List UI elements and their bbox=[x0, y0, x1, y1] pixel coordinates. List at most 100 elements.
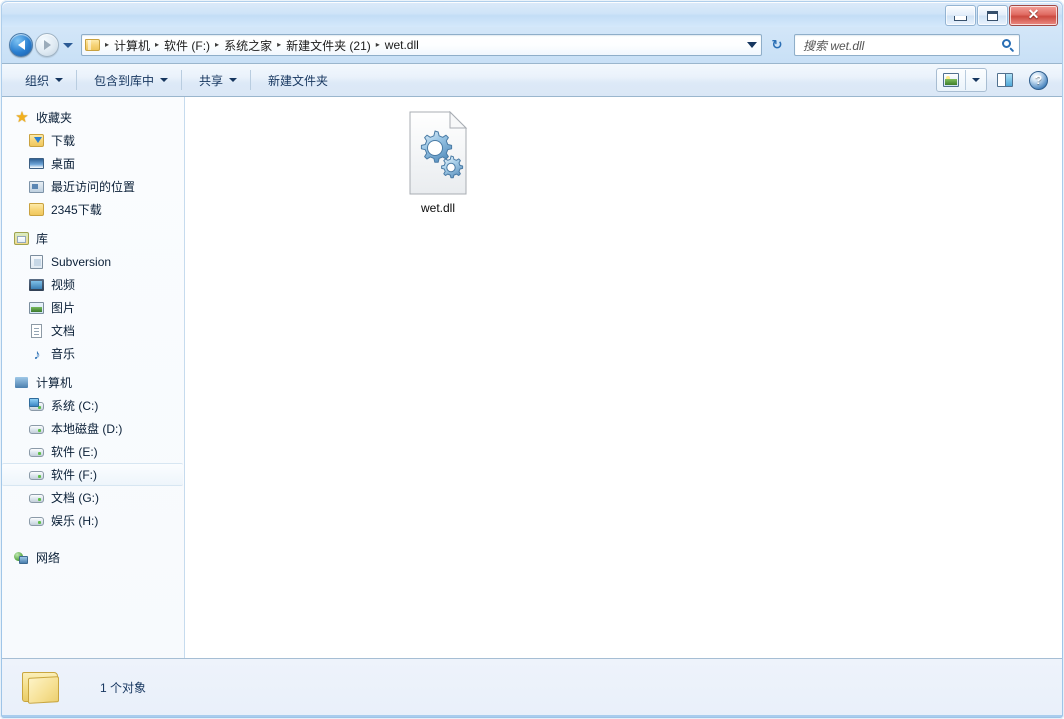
address-dropdown-icon[interactable] bbox=[747, 42, 757, 48]
navigation-pane[interactable]: ★ 收藏夹 下载 桌面 最近访问的位置 2345下载 库 Subversion … bbox=[2, 97, 185, 658]
sidebar-item-2345-downloads[interactable]: 2345下载 bbox=[2, 198, 184, 221]
sidebar-item-recent-places[interactable]: 最近访问的位置 bbox=[2, 175, 184, 198]
title-bar[interactable]: ✕ bbox=[2, 2, 1062, 27]
nav-group-libraries: 库 Subversion 视频 图片 文档 ♪ 音乐 bbox=[2, 227, 184, 365]
preview-pane-icon[interactable] bbox=[997, 73, 1013, 87]
drive-icon bbox=[29, 444, 45, 460]
search-icon[interactable] bbox=[1002, 38, 1015, 52]
sidebar-item-libraries[interactable]: 库 bbox=[2, 227, 184, 250]
navigation-buttons bbox=[9, 33, 73, 57]
view-mode-dropdown[interactable] bbox=[966, 69, 986, 91]
refresh-icon: ↻ bbox=[771, 37, 783, 52]
explorer-window: ✕ ▸ 计算机 ▸ 软件 (F:) ▸ 系统之家 ▸ 新建文件夹 (21) ▸ … bbox=[0, 0, 1064, 719]
breadcrumb-separator[interactable]: ▸ bbox=[153, 41, 161, 49]
library-icon bbox=[14, 231, 30, 247]
sidebar-item-label: 视频 bbox=[51, 278, 76, 292]
minimize-button[interactable] bbox=[945, 5, 976, 26]
sidebar-item-favorites[interactable]: ★ 收藏夹 bbox=[2, 106, 184, 129]
sidebar-item-label: 软件 (F:) bbox=[51, 468, 97, 482]
sidebar-item-drive-g[interactable]: 文档 (G:) bbox=[2, 486, 184, 509]
sidebar-item-drive-c[interactable]: 系统 (C:) bbox=[2, 394, 184, 417]
sidebar-item-downloads[interactable]: 下载 bbox=[2, 129, 184, 152]
view-mode-button[interactable] bbox=[936, 68, 987, 92]
recent-pages-dropdown-icon[interactable] bbox=[63, 42, 73, 48]
nav-group-favorites: ★ 收藏夹 下载 桌面 最近访问的位置 2345下载 bbox=[2, 106, 184, 221]
new-folder-label: 新建文件夹 bbox=[268, 73, 329, 88]
breadcrumb: ▸ 计算机 ▸ 软件 (F:) ▸ 系统之家 ▸ 新建文件夹 (21) ▸ we… bbox=[85, 36, 741, 55]
toolbar-separator bbox=[76, 70, 78, 90]
sidebar-item-label: 2345下载 bbox=[51, 203, 102, 217]
sidebar-item-desktop[interactable]: 桌面 bbox=[2, 152, 184, 175]
breadcrumb-separator[interactable]: ▸ bbox=[213, 41, 221, 49]
back-button[interactable] bbox=[9, 33, 33, 57]
search-box[interactable]: 搜索 wet.dll bbox=[794, 34, 1020, 56]
sidebar-item-drive-h[interactable]: 娱乐 (H:) bbox=[2, 509, 184, 532]
breadcrumb-separator[interactable]: ▸ bbox=[103, 41, 111, 49]
sidebar-item-label: 桌面 bbox=[51, 157, 76, 171]
sidebar-item-label: 计算机 bbox=[36, 376, 73, 390]
close-button[interactable]: ✕ bbox=[1009, 5, 1058, 26]
organize-button[interactable]: 组织 bbox=[16, 68, 72, 92]
include-in-library-button[interactable]: 包含到库中 bbox=[85, 68, 177, 92]
help-icon: ? bbox=[1034, 73, 1043, 87]
help-button[interactable]: ? bbox=[1029, 70, 1048, 90]
address-bar[interactable]: ▸ 计算机 ▸ 软件 (F:) ▸ 系统之家 ▸ 新建文件夹 (21) ▸ we… bbox=[81, 34, 762, 56]
pictures-icon bbox=[29, 300, 45, 316]
minimize-icon bbox=[954, 16, 967, 21]
breadcrumb-item-2[interactable]: 系统之家 bbox=[221, 36, 275, 55]
window-controls: ✕ bbox=[944, 5, 1058, 26]
item-count-text: 1 个对象 bbox=[100, 680, 147, 695]
sidebar-item-drive-f[interactable]: 软件 (F:) bbox=[2, 463, 183, 486]
sidebar-item-label: 娱乐 (H:) bbox=[51, 514, 99, 528]
refresh-button[interactable]: ↻ bbox=[766, 34, 788, 56]
sidebar-item-label: 系统 (C:) bbox=[51, 399, 99, 413]
sidebar-item-label: 音乐 bbox=[51, 347, 76, 361]
sidebar-item-drive-e[interactable]: 软件 (E:) bbox=[2, 440, 184, 463]
search-input[interactable]: 搜索 wet.dll bbox=[803, 37, 1002, 54]
chevron-down-icon bbox=[972, 78, 980, 82]
sidebar-item-label: 最近访问的位置 bbox=[51, 180, 136, 194]
file-list-pane[interactable]: wet.dll bbox=[185, 97, 1062, 658]
view-mode-icon bbox=[943, 73, 959, 87]
sidebar-item-network[interactable]: 网络 bbox=[2, 546, 184, 569]
new-folder-button[interactable]: 新建文件夹 bbox=[259, 68, 337, 92]
forward-button[interactable] bbox=[35, 33, 59, 57]
sidebar-item-label: 本地磁盘 (D:) bbox=[51, 422, 123, 436]
network-icon bbox=[14, 550, 30, 566]
chevron-down-icon bbox=[55, 78, 64, 82]
breadcrumb-item-4[interactable]: wet.dll bbox=[382, 37, 422, 53]
desktop-icon bbox=[29, 156, 45, 172]
file-name-label: wet.dll bbox=[420, 201, 455, 215]
maximize-icon bbox=[987, 10, 998, 21]
view-mode-icon-part[interactable] bbox=[937, 69, 965, 91]
nav-group-network: 网络 bbox=[2, 546, 184, 569]
sidebar-item-label: 下载 bbox=[51, 134, 76, 148]
subversion-icon bbox=[29, 254, 45, 270]
folder-icon bbox=[29, 202, 45, 218]
breadcrumb-item-0[interactable]: 计算机 bbox=[111, 36, 153, 55]
sidebar-item-music[interactable]: ♪ 音乐 bbox=[2, 342, 184, 365]
toolbar-separator bbox=[250, 70, 252, 90]
address-bar-row: ▸ 计算机 ▸ 软件 (F:) ▸ 系统之家 ▸ 新建文件夹 (21) ▸ we… bbox=[2, 27, 1062, 63]
sidebar-item-videos[interactable]: 视频 bbox=[2, 273, 184, 296]
file-item-wet-dll[interactable]: wet.dll bbox=[386, 107, 490, 218]
sidebar-item-label: 库 bbox=[36, 232, 49, 246]
share-button[interactable]: 共享 bbox=[190, 68, 246, 92]
sidebar-item-subversion[interactable]: Subversion bbox=[2, 250, 184, 273]
music-icon: ♪ bbox=[33, 345, 41, 362]
sidebar-item-documents[interactable]: 文档 bbox=[2, 319, 184, 342]
sidebar-item-label: 网络 bbox=[36, 551, 61, 565]
sidebar-item-computer[interactable]: 计算机 bbox=[2, 371, 184, 394]
window-body: ★ 收藏夹 下载 桌面 最近访问的位置 2345下载 库 Subversion … bbox=[2, 97, 1062, 658]
breadcrumb-item-3[interactable]: 新建文件夹 (21) bbox=[283, 36, 374, 55]
downloads-folder-icon bbox=[29, 133, 45, 149]
maximize-button[interactable] bbox=[977, 5, 1008, 26]
breadcrumb-separator[interactable]: ▸ bbox=[275, 41, 283, 49]
back-arrow-icon bbox=[17, 40, 25, 50]
breadcrumb-item-1[interactable]: 软件 (F:) bbox=[161, 36, 213, 55]
organize-label: 组织 bbox=[25, 73, 50, 88]
breadcrumb-separator[interactable]: ▸ bbox=[374, 41, 382, 49]
sidebar-item-label: 收藏夹 bbox=[36, 111, 73, 125]
sidebar-item-pictures[interactable]: 图片 bbox=[2, 296, 184, 319]
sidebar-item-drive-d[interactable]: 本地磁盘 (D:) bbox=[2, 417, 184, 440]
